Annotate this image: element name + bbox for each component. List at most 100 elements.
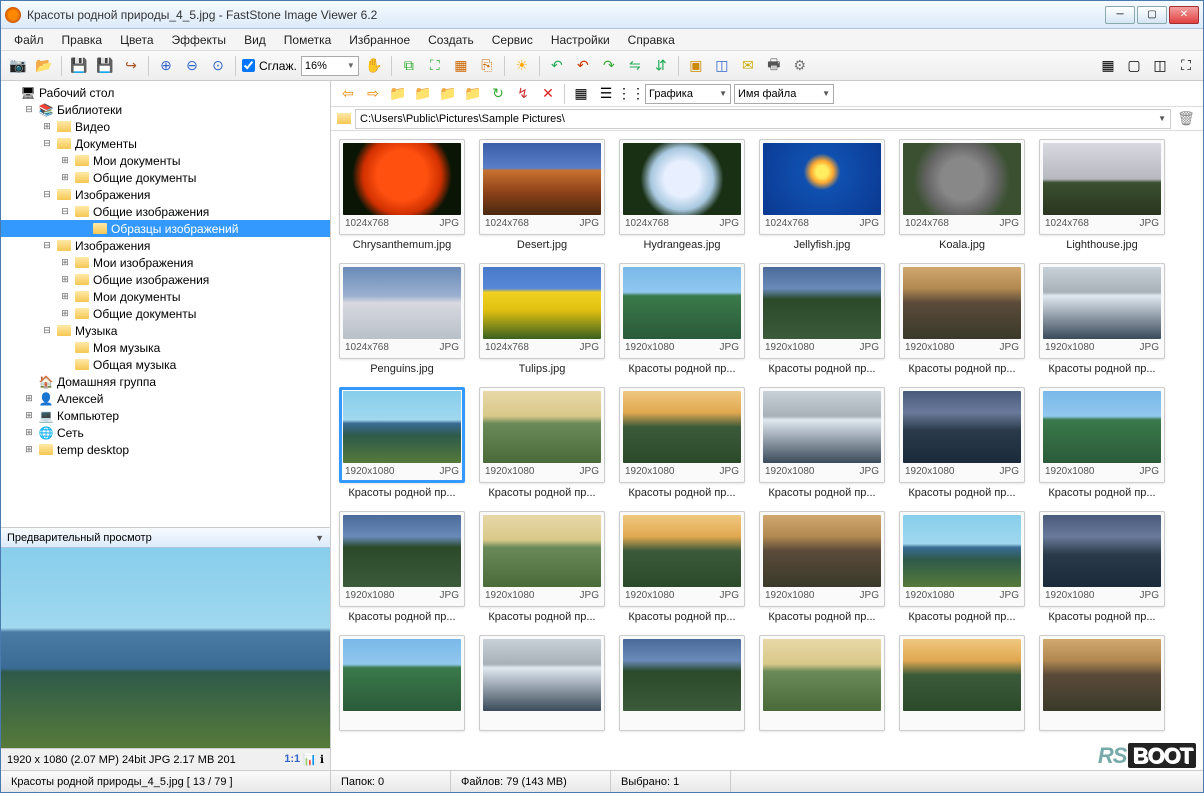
redo-icon[interactable]: ↷ [598,55,620,77]
crop-icon[interactable]: ⧉ [398,55,420,77]
expand-icon[interactable]: ⊞ [59,308,71,319]
thumbnail[interactable] [339,635,465,735]
menu-справка[interactable]: Справка [621,31,682,49]
tree-node[interactable]: ⊞💻Компьютер [1,407,330,424]
thumbnail[interactable]: 1024x768JPGChrysanthemum.jpg [339,139,465,251]
nav-back-icon[interactable]: ⇦ [337,83,359,105]
thumbnail[interactable]: 1920x1080JPGКрасоты родной пр... [619,263,745,375]
nav-delete-icon[interactable]: ✕ [537,83,559,105]
menu-правка[interactable]: Правка [55,31,110,49]
adjust-icon[interactable]: ☀ [511,55,533,77]
view-full-icon[interactable]: ⛶ [1175,55,1197,77]
menu-создать[interactable]: Создать [421,31,481,49]
thumbnail[interactable] [899,635,1025,735]
zoom-fit-icon[interactable]: ⊙ [207,55,229,77]
rotate-left-icon[interactable]: ↶ [546,55,568,77]
menu-вид[interactable]: Вид [237,31,273,49]
settings-icon[interactable]: ⚙ [789,55,811,77]
tree-node[interactable]: ⊞Мои документы [1,288,330,305]
tree-node[interactable]: ⊞Мои изображения [1,254,330,271]
thumbnail[interactable]: 1920x1080JPGКрасоты родной пр... [899,511,1025,623]
expand-icon[interactable]: ⊞ [59,274,71,285]
expand-icon[interactable]: ⊟ [41,240,53,251]
path-input[interactable]: C:\Users\Public\Pictures\Sample Pictures… [355,109,1171,129]
thumbnail[interactable]: 1024x768JPGPenguins.jpg [339,263,465,375]
smooth-checkbox[interactable] [242,59,255,72]
tree-node[interactable]: ⊞temp desktop [1,441,330,458]
thumbnail[interactable] [619,635,745,735]
menu-сервис[interactable]: Сервис [485,31,540,49]
email-icon[interactable]: ✉ [737,55,759,77]
tree-node[interactable]: ⊞👤Алексей [1,390,330,407]
tree-node[interactable]: Образцы изображений [1,220,330,237]
thumbnail[interactable]: 1024x768JPGKoala.jpg [899,139,1025,251]
tree-node[interactable]: 🖥Рабочий стол [1,84,330,101]
zoom-in-icon[interactable]: ⊕ [155,55,177,77]
flip-v-icon[interactable]: ⇵ [650,55,672,77]
tree-node[interactable]: Моя музыка [1,339,330,356]
tree-node[interactable]: ⊟Музыка [1,322,330,339]
compare-icon[interactable]: ◫ [711,55,733,77]
tree-node[interactable]: ⊞🌐Сеть [1,424,330,441]
zoom-combo[interactable]: 16%▼ [301,56,359,76]
menu-цвета[interactable]: Цвета [113,31,160,49]
menu-эффекты[interactable]: Эффекты [165,31,234,49]
thumbnail[interactable]: 1920x1080JPGКрасоты родной пр... [339,387,465,499]
view-compare-icon[interactable]: ◫ [1149,55,1171,77]
undo-icon[interactable]: ↶ [572,55,594,77]
view-single-icon[interactable]: ▢ [1123,55,1145,77]
view-thumbs-icon[interactable]: ▦ [1097,55,1119,77]
thumbnail[interactable]: 1920x1080JPGКрасоты родной пр... [1039,511,1165,623]
thumbnail[interactable]: 1024x768JPGHydrangeas.jpg [619,139,745,251]
folder-tree[interactable]: 🖥Рабочий стол⊟📚Библиотеки⊞Видео⊟Документ… [1,81,330,528]
tree-node[interactable]: ⊞Видео [1,118,330,135]
tree-node[interactable]: ⊟Общие изображения [1,203,330,220]
preview-header[interactable]: Предварительный просмотр ▼ [1,528,330,548]
expand-icon[interactable]: ⊟ [41,189,53,200]
clone-icon[interactable]: ⎘ [476,55,498,77]
trash-icon[interactable]: 🗑 [1175,108,1197,130]
sort-combo[interactable]: Имя файла▼ [734,84,834,104]
thumbnail[interactable]: 1024x768JPGJellyfish.jpg [759,139,885,251]
thumbnail[interactable]: 1920x1080JPGКрасоты родной пр... [759,511,885,623]
close-button[interactable]: ✕ [1169,6,1199,24]
expand-icon[interactable]: ⊞ [59,172,71,183]
thumbnail[interactable]: 1920x1080JPGКрасоты родной пр... [759,263,885,375]
tree-node[interactable]: Общая музыка [1,356,330,373]
thumbnail[interactable]: 1920x1080JPGКрасоты родной пр... [1039,387,1165,499]
view-mode2-icon[interactable]: ☰ [595,83,617,105]
expand-icon[interactable]: ⊞ [23,444,35,455]
collapse-icon[interactable]: ▼ [315,533,324,543]
thumbnail[interactable] [479,635,605,735]
nav-fav2-icon[interactable]: 📁 [462,83,484,105]
tree-node[interactable]: ⊟Изображения [1,186,330,203]
expand-icon[interactable]: ⊞ [41,121,53,132]
nav-fav1-icon[interactable]: 📁 [437,83,459,105]
export-icon[interactable]: ↪ [120,55,142,77]
thumbnail[interactable]: 1920x1080JPGКрасоты родной пр... [619,387,745,499]
nav-home-icon[interactable]: 📁 [412,83,434,105]
nav-stop-icon[interactable]: ↯ [512,83,534,105]
tree-node[interactable]: ⊟Документы [1,135,330,152]
menu-файл[interactable]: Файл [7,31,51,49]
preview-pane[interactable] [1,548,330,748]
filter-combo[interactable]: Графика▼ [645,84,731,104]
tree-node[interactable]: ⊞Общие изображения [1,271,330,288]
nav-fwd-icon[interactable]: ⇨ [362,83,384,105]
slideshow-icon[interactable]: ▣ [685,55,707,77]
expand-icon[interactable]: ⊟ [41,325,53,336]
expand-icon[interactable]: ⊞ [59,257,71,268]
ratio-label[interactable]: 1:1 [284,753,300,766]
thumbnail[interactable]: 1024x768JPGTulips.jpg [479,263,605,375]
hand-icon[interactable]: ✋ [363,55,385,77]
tree-node[interactable]: ⊟📚Библиотеки [1,101,330,118]
flip-h-icon[interactable]: ⇋ [624,55,646,77]
resize-icon[interactable]: ⛶ [424,55,446,77]
save-as-icon[interactable]: 💾 [94,55,116,77]
menu-избранное[interactable]: Избранное [342,31,417,49]
maximize-button[interactable]: ▢ [1137,6,1167,24]
tree-node[interactable]: ⊞Мои документы [1,152,330,169]
thumbnail[interactable]: 1920x1080JPGКрасоты родной пр... [339,511,465,623]
expand-icon[interactable]: ⊞ [23,427,35,438]
expand-icon[interactable]: ⊟ [59,206,71,217]
